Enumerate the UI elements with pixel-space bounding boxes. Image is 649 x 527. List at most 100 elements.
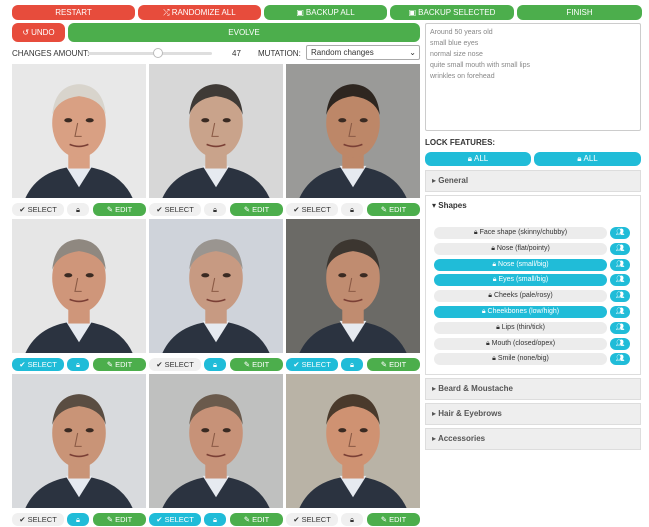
edit-label: EDIT [115,205,133,214]
lock-toggle[interactable]: 🔒︎ [204,203,226,216]
select-label: SELECT [301,205,331,214]
mutation-label: MUTATION: [258,49,301,58]
lock-toggle[interactable]: 🔒︎ [67,203,89,216]
changes-slider-thumb[interactable] [153,48,164,58]
shuffle-icon: ⤮ [163,8,170,17]
mutation-select[interactable]: Random changes ⌄ [306,45,420,60]
wrench-icon: ✎ [106,205,116,214]
lock-icon: 🔒︎ [76,515,80,524]
face-image[interactable] [149,219,283,353]
select-label: SELECT [27,205,57,214]
face-image[interactable] [286,374,420,508]
lock-toggle[interactable]: 🔒︎ [204,358,226,371]
feature-users-button[interactable]: 👥︎ [610,258,630,271]
lock-all-label: ALL [474,154,489,163]
changes-slider-track[interactable] [88,52,212,55]
restart-button[interactable]: RESTART [12,5,135,20]
select-button[interactable]: ✔ SELECT [149,203,201,216]
evolve-button[interactable]: EVOLVE [68,23,420,42]
face-image[interactable] [286,219,420,353]
edit-button[interactable]: ✎ EDIT [367,203,420,216]
lock-toggle[interactable]: 🔒︎ [204,513,226,526]
edit-label: EDIT [252,205,270,214]
feature-toggle[interactable]: 🔒︎ Cheekbones (low/high) [434,306,607,318]
description-line: normal size nose [430,51,483,58]
check-icon: ✔ [19,205,28,214]
feature-users-button[interactable]: 👥︎ [610,227,630,239]
randomize-all-button[interactable]: ⤮ RANDOMIZE ALL [138,5,261,20]
select-button[interactable]: ✔ SELECT [286,203,338,216]
feature-label: Smile (none/big) [497,355,549,363]
lock-icon: 🔒︎ [76,360,80,369]
feature-users-button[interactable]: 👥︎ [610,242,630,255]
select-button[interactable]: ✔ SELECT [286,358,338,371]
select-button[interactable]: ✔ SELECT [149,358,201,371]
finish-button[interactable]: FINISH [517,5,642,20]
feature-users-button[interactable]: 👥︎ [610,321,630,334]
face-image[interactable] [149,374,283,508]
save-icon: ▣ [408,8,417,17]
feature-toggle[interactable]: 🔒︎ Cheeks (pale/rosy) [434,290,607,303]
section-shapes[interactable]: ▾ Shapes [432,201,467,210]
select-label: SELECT [164,205,194,214]
section-general[interactable]: ▸ General [425,170,641,192]
undo-button[interactable]: ↺ UNDO [12,23,65,42]
face-image[interactable] [286,64,420,198]
backup-all-button[interactable]: ▣ BACKUP ALL [264,5,387,20]
select-button[interactable]: ✔ SELECT [12,358,64,371]
feature-label: Cheekbones (low/high) [487,308,560,315]
section-beard[interactable]: ▸ Beard & Moustache [425,378,641,400]
check-icon: ✔ [293,515,302,524]
lock-toggle[interactable]: 🔒︎ [341,513,363,526]
edit-button[interactable]: ✎ EDIT [93,358,146,371]
section-hair[interactable]: ▸ Hair & Eyebrows [425,403,641,425]
feature-toggle[interactable]: 🔒︎ Nose (small/big) [434,258,607,271]
lock-all-button[interactable]: 🔒︎ ALL [425,152,531,166]
feature-toggle[interactable]: 🔒︎ Nose (flat/pointy) [434,242,607,255]
lock-toggle[interactable]: 🔒︎ [67,358,89,371]
feature-toggle[interactable]: 🔒︎ Face shape (skinny/chubby) [434,227,607,239]
select-button[interactable]: ✔ SELECT [149,513,201,526]
face-image[interactable] [149,64,283,198]
section-accessories[interactable]: ▸ Accessories [425,428,641,450]
feature-toggle[interactable]: 🔒︎ Lips (thin/tick) [434,321,607,334]
lock-icon: 🔒︎ [350,515,354,524]
face-image[interactable] [12,219,146,353]
select-button[interactable]: ✔ SELECT [12,203,64,216]
select-button[interactable]: ✔ SELECT [12,513,64,526]
edit-button[interactable]: ✎ EDIT [93,513,146,526]
lock-toggle[interactable]: 🔒︎ [341,203,363,216]
feature-users-button[interactable]: 👥︎ [610,353,630,366]
users-icon: 👥︎ [615,229,625,236]
description-textarea[interactable]: Around 50 years old small blue eyes norm… [425,23,641,131]
wrench-icon: ✎ [380,360,390,369]
select-button[interactable]: ✔ SELECT [286,513,338,526]
feature-users-button[interactable]: 👥︎ [610,306,630,318]
edit-button[interactable]: ✎ EDIT [93,203,146,216]
edit-button[interactable]: ✎ EDIT [230,203,283,216]
feature-toggle[interactable]: 🔒︎ Eyes (small/big) [434,274,607,287]
unlock-all-button[interactable]: 🔒︎ ALL [534,152,641,166]
feature-users-button[interactable]: 👥︎ [610,274,630,287]
feature-toggle[interactable]: 🔒︎ Mouth (closed/opex) [434,337,607,350]
face-image[interactable] [12,374,146,508]
face-image[interactable] [12,64,146,198]
edit-button[interactable]: ✎ EDIT [367,513,420,526]
edit-button[interactable]: ✎ EDIT [230,358,283,371]
check-icon: ✔ [19,360,28,369]
backup-selected-label: BACKUP SELECTED [418,8,496,17]
backup-selected-button[interactable]: ▣ BACKUP SELECTED [390,5,514,20]
users-icon: 👥︎ [615,355,625,363]
edit-button[interactable]: ✎ EDIT [230,513,283,526]
lock-toggle[interactable]: 🔒︎ [341,358,363,371]
edit-button[interactable]: ✎ EDIT [367,358,420,371]
feature-label: Nose (small/big) [498,260,549,268]
feature-users-button[interactable]: 👥︎ [610,290,630,303]
feature-users-button[interactable]: 👥︎ [610,337,630,350]
edit-label: EDIT [389,515,407,524]
lock-toggle[interactable]: 🔒︎ [67,513,89,526]
restart-label: RESTART [55,8,92,17]
chevron-down-icon: ⌄ [409,48,416,57]
feature-toggle[interactable]: 🔒︎ Smile (none/big) [434,353,607,366]
users-icon: 👥︎ [615,308,625,315]
